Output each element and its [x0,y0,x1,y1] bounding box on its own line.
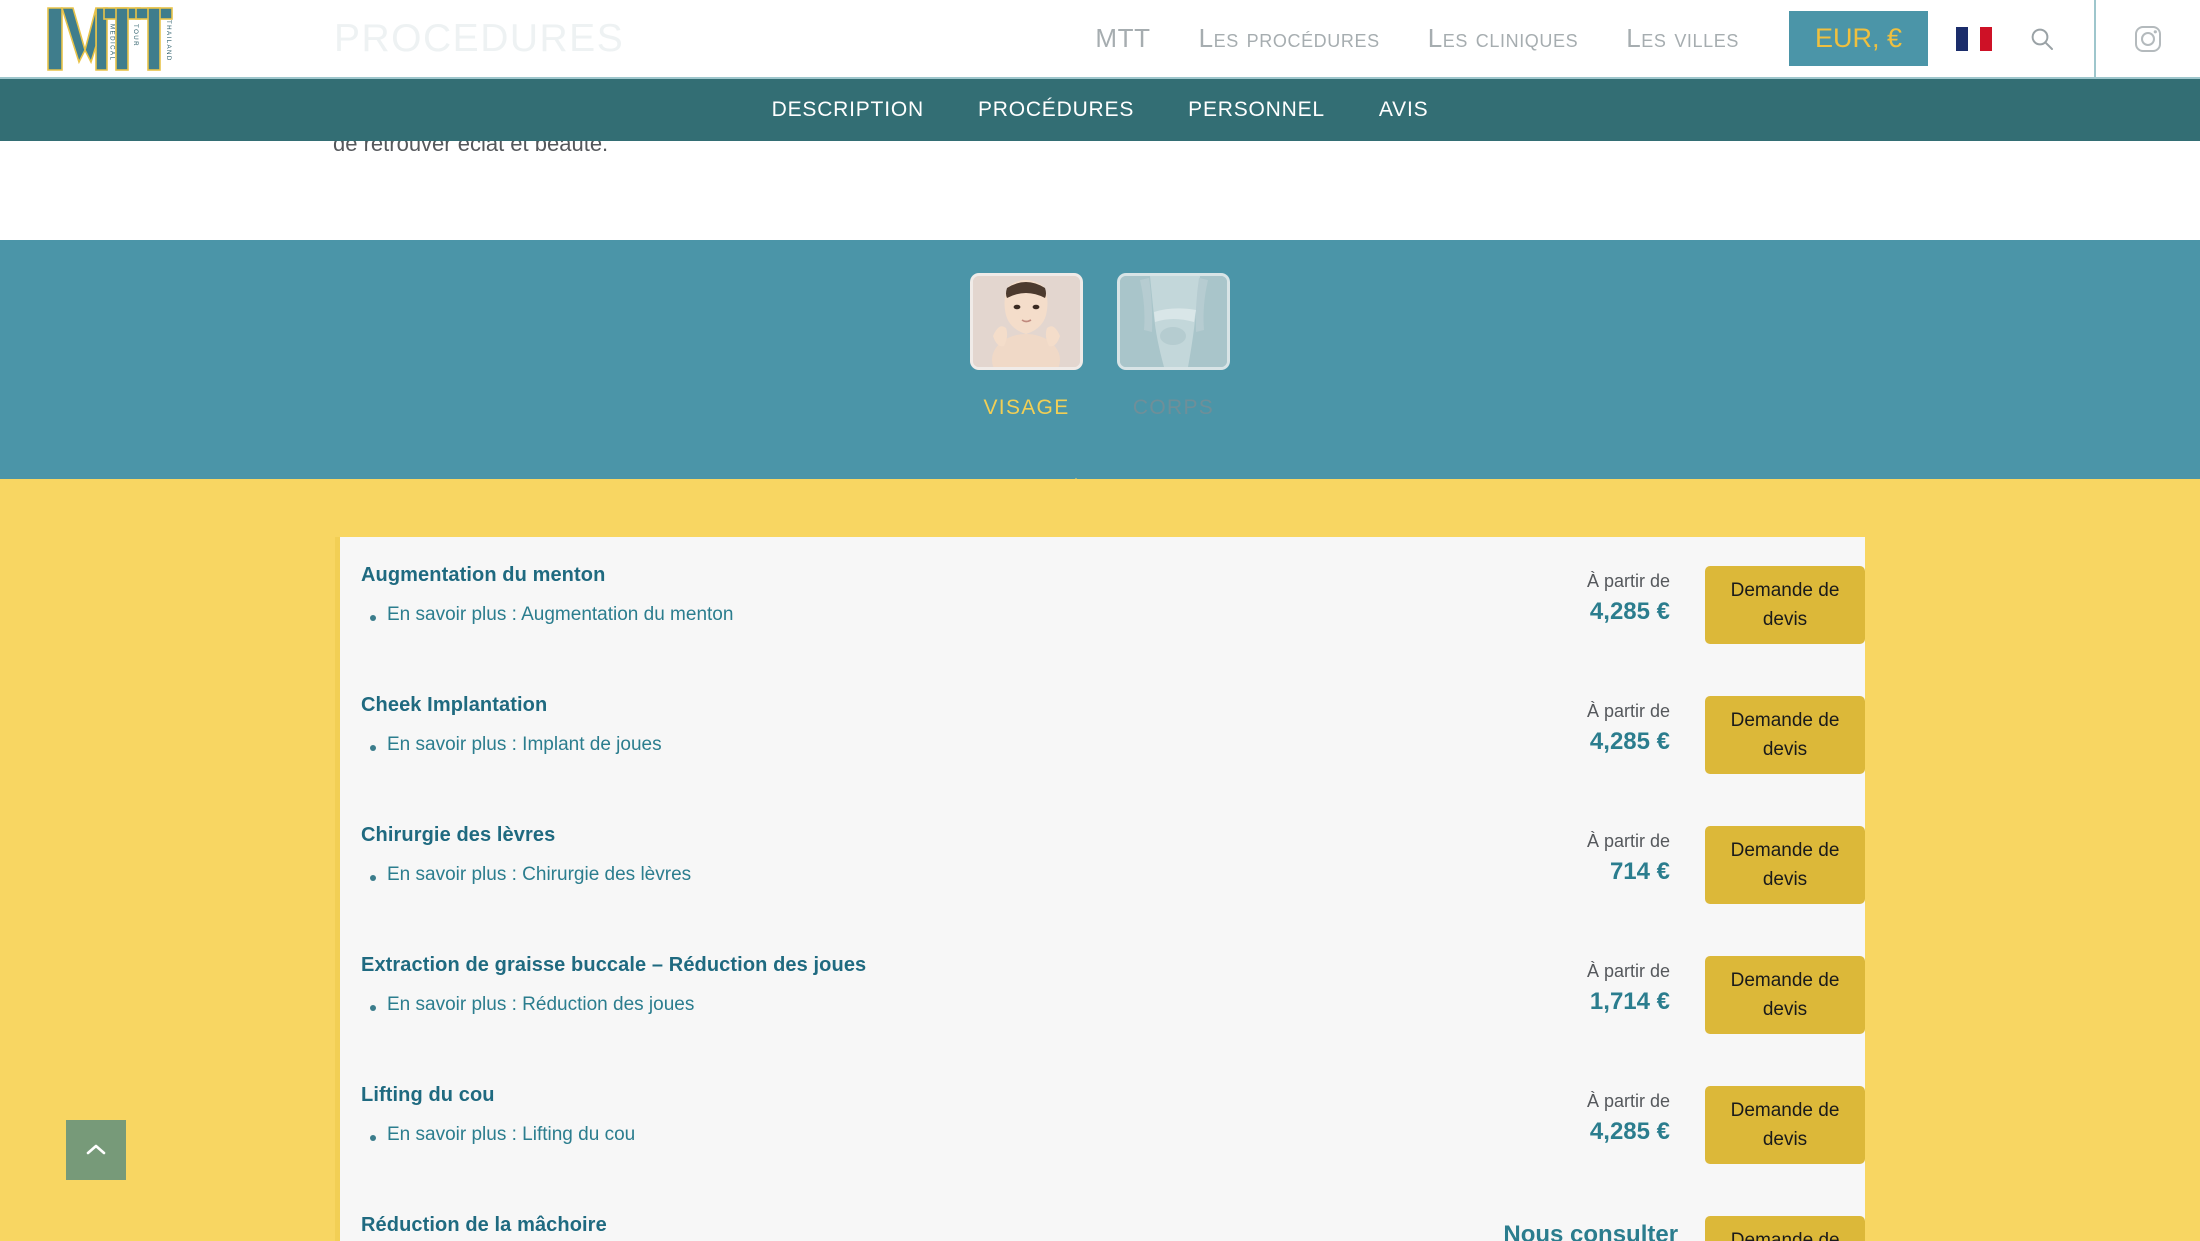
procedure-link[interactable]: En savoir plus : Implant de joues [387,734,662,755]
price-prefix: À partir de [1586,701,1670,721]
instagram-link[interactable] [2094,0,2200,78]
body-photo-illustration [1120,276,1227,367]
price-value: 1,714 € [1589,988,1670,1015]
procedure-title: Augmentation du menton [361,564,606,586]
procedure-price: À partir de 1,714 € [1507,954,1679,1020]
price-value: 4,285 € [1589,598,1670,625]
page-title-watermark: PROCEDURES [334,16,625,60]
procedure-links: En savoir plus : Augmentation du menton [361,604,1507,626]
procedure-links: En savoir plus : Lifting du cou [361,1124,1507,1146]
page-root: de retrouver éclat et beauté. MEDICAL TO… [0,0,2200,1241]
quote-request-button[interactable]: Demande de devis [1705,1086,1865,1164]
quote-request-button[interactable]: Demande de devis [1705,826,1865,904]
procedure-link[interactable]: En savoir plus : Augmentation du menton [387,604,733,625]
procedure-row: Cheek Implantation En savoir plus : Impl… [340,667,1865,797]
nav-item-cliniques[interactable]: Les cliniques [1404,23,1603,54]
procedures-card: Augmentation du menton En savoir plus : … [335,537,1865,1241]
nav-item-mtt[interactable]: MTT [1071,23,1174,54]
price-value: 4,285 € [1589,1118,1670,1145]
price-prefix: À partir de [1586,831,1670,851]
procedure-info: Augmentation du menton En savoir plus : … [356,564,1507,632]
list-item: En savoir plus : Chirurgie des lèvres [370,864,1507,886]
quote-request-button[interactable]: Demande de devis [1705,956,1865,1034]
svg-text:THAILAND: THAILAND [165,20,172,62]
category-list: VISAGE CORPS [970,273,1230,420]
currency-selector-button[interactable]: EUR, € [1788,11,1928,66]
list-item: En savoir plus : Implant de joues [370,734,1507,756]
svg-text:TOUR: TOUR [132,24,139,47]
procedures-section: Augmentation du menton En savoir plus : … [0,478,2200,1241]
tab-description[interactable]: DESCRIPTION [745,98,951,122]
price-value: 714 € [1609,858,1670,885]
procedure-row: Réduction de la mâchoire En savoir plus … [340,1187,1865,1241]
procedure-price: À partir de 4,285 € [1507,1084,1679,1150]
procedure-info: Chirurgie des lèvres En savoir plus : Ch… [356,824,1507,892]
tab-procedures[interactable]: PROCÉDURES [951,98,1161,122]
chevron-up-icon [86,1144,106,1155]
site-header: MEDICAL TOUR THAILAND PROCEDURES MTT Les… [0,0,2200,79]
price-value: 4,285 € [1589,728,1670,755]
category-selector-section: VISAGE CORPS [0,240,2200,479]
procedure-info: Cheek Implantation En savoir plus : Impl… [356,694,1507,762]
procedure-price: À partir de 4,285 € [1507,564,1679,630]
procedure-title: Chirurgie des lèvres [361,824,556,846]
category-label-visage: VISAGE [983,396,1070,419]
visage-thumbnail-image [970,273,1083,370]
procedure-price: Nous consulter [1503,1214,1678,1241]
category-item-corps[interactable]: CORPS [1117,273,1230,420]
category-item-visage[interactable]: VISAGE [970,273,1083,420]
tab-avis[interactable]: AVIS [1352,98,1456,122]
procedure-price: À partir de 714 € [1507,824,1679,890]
procedure-title: Extraction de graisse buccale – Réductio… [361,954,867,976]
procedure-info: Extraction de graisse buccale – Réductio… [356,954,1507,1022]
quote-request-button[interactable]: Demande de devis [1705,1216,1865,1241]
procedure-info: Lifting du cou En savoir plus : Lifting … [356,1084,1507,1152]
procedure-links: En savoir plus : Chirurgie des lèvres [361,864,1507,886]
procedure-link[interactable]: En savoir plus : Chirurgie des lèvres [387,864,691,885]
instagram-icon [2135,25,2161,52]
list-item: En savoir plus : Augmentation du menton [370,604,1507,626]
svg-text:MEDICAL: MEDICAL [109,24,116,61]
price-prefix: À partir de [1586,961,1670,981]
price-prefix: À partir de [1586,1091,1670,1111]
category-label-corps: CORPS [1132,396,1215,419]
list-item: En savoir plus : Réduction des joues [370,994,1507,1016]
procedure-title: Cheek Implantation [361,694,548,716]
search-button[interactable] [2020,17,2064,61]
nav-item-villes[interactable]: Les villes [1602,23,1763,54]
price-consult-label: Nous consulter [1503,1221,1679,1241]
procedure-info: Réduction de la mâchoire En savoir plus … [356,1214,1503,1241]
procedure-row: Lifting du cou En savoir plus : Lifting … [340,1057,1865,1187]
quote-request-button[interactable]: Demande de devis [1705,696,1865,774]
procedure-link[interactable]: En savoir plus : Réduction des joues [387,994,694,1015]
procedure-title: Lifting du cou [361,1084,495,1106]
nav-item-procedures[interactable]: Les procédures [1175,23,1404,54]
list-item: En savoir plus : Lifting du cou [370,1124,1507,1146]
quote-request-button[interactable]: Demande de devis [1705,566,1865,644]
procedure-links: En savoir plus : Implant de joues [361,734,1507,756]
scroll-to-top-button[interactable] [66,1120,126,1180]
active-category-pointer [1043,478,1109,509]
face-photo-illustration [973,276,1080,367]
procedure-row: Extraction de graisse buccale – Réductio… [340,927,1865,1057]
tab-personnel[interactable]: PERSONNEL [1161,98,1352,122]
section-tabs: DESCRIPTION PROCÉDURES PERSONNEL AVIS [0,79,2200,141]
site-logo[interactable]: MEDICAL TOUR THAILAND [46,6,174,72]
search-icon [2031,28,2053,50]
mtt-logo-icon: MEDICAL TOUR THAILAND [47,6,173,71]
procedure-row: Augmentation du menton En savoir plus : … [340,537,1865,667]
french-flag-icon[interactable] [1956,26,1992,51]
primary-navigation: MTT Les procédures Les cliniques Les vil… [1071,0,2200,78]
procedure-title: Réduction de la mâchoire [361,1214,607,1236]
procedure-row: Chirurgie des lèvres En savoir plus : Ch… [340,797,1865,927]
corps-thumbnail-image [1117,273,1230,370]
procedure-price: À partir de 4,285 € [1507,694,1679,760]
price-prefix: À partir de [1586,571,1670,591]
procedure-link[interactable]: En savoir plus : Lifting du cou [387,1124,635,1145]
procedure-links: En savoir plus : Réduction des joues [361,994,1507,1016]
